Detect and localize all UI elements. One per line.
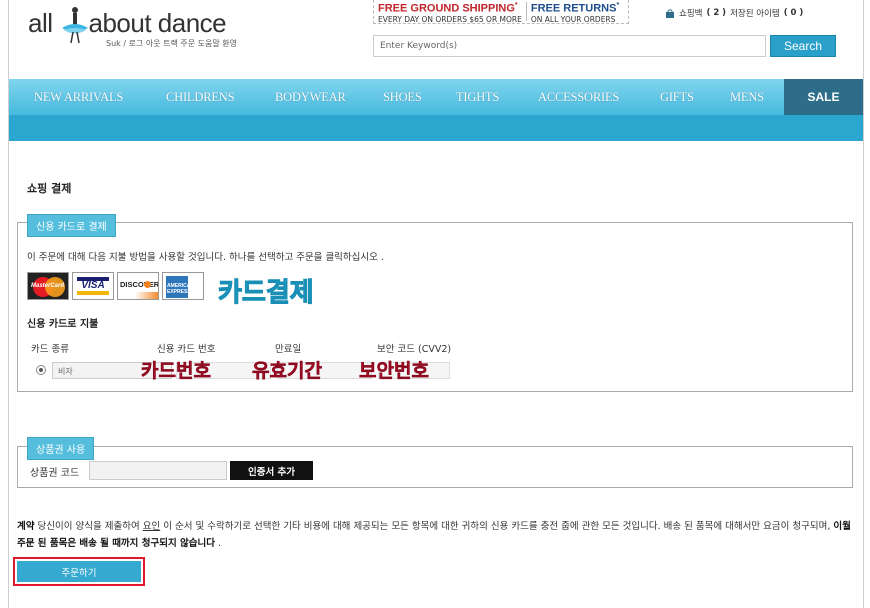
gift-code-input[interactable] bbox=[89, 461, 227, 480]
terms-text: 계약 당신이이 양식을 제출하여 요인 이 순서 및 수락하기로 선택한 기타 … bbox=[17, 518, 857, 552]
returns-promo-sub: ON ALL YOUR ORDERS bbox=[530, 14, 616, 24]
nav-new-arrivals[interactable]: NEW ARRIVALS bbox=[34, 90, 123, 105]
terms-text-end: . bbox=[214, 538, 221, 549]
discover-icon: DISCOVER bbox=[117, 272, 159, 300]
card-radio[interactable] bbox=[36, 365, 46, 375]
terms-bold-start: 계약 bbox=[17, 521, 35, 532]
nav-accessories[interactable]: ACCESSORIES bbox=[538, 90, 619, 105]
logo-wordmark: all about dance bbox=[28, 8, 227, 38]
card-payment-annotation: 카드결제 bbox=[218, 278, 315, 309]
shipping-asterisk: * bbox=[514, 2, 518, 9]
visa-icon: VISA bbox=[72, 272, 114, 300]
saved-items-label[interactable]: 저장된 아이템 bbox=[730, 7, 780, 19]
nav-gifts[interactable]: GIFTS bbox=[660, 90, 694, 105]
col-cvv: 보안 코드 (CVV2) bbox=[377, 344, 452, 355]
expiry-annotation: 유효기간 bbox=[252, 360, 322, 383]
order-button-highlight: 주문하기 bbox=[13, 557, 145, 586]
cvv-annotation: 보안번호 bbox=[359, 360, 429, 383]
terms-link[interactable]: 요인 bbox=[143, 521, 160, 532]
shipping-promo-sub: EVERY DAY ON ORDERS $65 OR MORE bbox=[378, 14, 522, 24]
payment-description: 이 주문에 대해 다음 지불 방법을 사용할 것입니다. 하나를 선택하고 주문… bbox=[27, 252, 384, 263]
nav-tights[interactable]: TIGHTS bbox=[456, 90, 499, 105]
search-input[interactable]: Enter Keyword(s) bbox=[373, 35, 766, 57]
credit-card-legend: 신용 카드로 결제 bbox=[27, 214, 116, 237]
mastercard-icon: MasterCard bbox=[27, 272, 69, 300]
col-card-number: 신용 카드 번호 bbox=[157, 344, 216, 355]
place-order-button[interactable]: 주문하기 bbox=[17, 561, 141, 582]
add-certificate-button[interactable]: 인증서 추가 bbox=[230, 461, 313, 480]
cart-label[interactable]: 쇼핑백 bbox=[679, 7, 702, 19]
col-expiry: 만료일 bbox=[275, 344, 302, 355]
saved-items-count: ( 0 ) bbox=[783, 8, 804, 18]
amex-icon: AMERICAN EXPRESS bbox=[162, 272, 204, 300]
col-card-type: 카드 종류 bbox=[31, 344, 69, 355]
page-title: 쇼핑 결제 bbox=[27, 182, 72, 195]
cart-count: ( 2 ) bbox=[706, 8, 727, 18]
nav-childrens[interactable]: CHILDRENS bbox=[166, 90, 235, 105]
nav-bodywear[interactable]: BODYWEAR bbox=[275, 90, 346, 105]
pay-by-card-heading: 신용 카드로 지불 bbox=[27, 319, 99, 330]
account-links[interactable]: Suk / 로그 아웃 트랙 주문 도움말 환영 bbox=[106, 38, 237, 49]
terms-text-b: 이 순서 및 수락하기로 선택한 기타 비용에 대해 제공되는 모든 항목에 대… bbox=[160, 521, 834, 532]
shopping-bag-icon bbox=[666, 8, 674, 18]
main-nav: NEW ARRIVALS CHILDRENS BODYWEAR SHOES TI… bbox=[9, 79, 863, 115]
returns-asterisk: * bbox=[616, 2, 620, 9]
nav-mens[interactable]: MENS bbox=[730, 90, 764, 105]
accepted-cards: MasterCard VISA DISCOVER AMERICAN EXPRES… bbox=[27, 272, 204, 300]
card-number-annotation: 카드번호 bbox=[141, 360, 211, 383]
terms-text-a: 당신이이 양식을 제출하여 bbox=[34, 521, 143, 532]
shipping-promo-title: FREE GROUND SHIPPING bbox=[378, 2, 515, 15]
search-button[interactable]: Search bbox=[770, 35, 836, 57]
gift-code-label: 상품권 코드 bbox=[30, 468, 80, 479]
nav-shoes[interactable]: SHOES bbox=[383, 90, 422, 105]
gift-card-legend: 상품권 사용 bbox=[27, 437, 95, 460]
dancer-logo-icon bbox=[62, 7, 88, 44]
returns-promo-title: FREE RETURNS bbox=[530, 2, 617, 15]
cart-summary[interactable]: 쇼핑백 ( 2 ) 저장된 아이템 ( 0 ) bbox=[665, 7, 803, 19]
nav-sale[interactable]: SALE bbox=[784, 79, 863, 115]
promo-banner[interactable]: FREE GROUND SHIPPING* EVERY DAY ON ORDER… bbox=[373, 0, 629, 24]
sub-nav-bar bbox=[9, 115, 863, 141]
site-logo[interactable]: all about dance Suk / 로그 아웃 트랙 주문 도움말 환영 bbox=[28, 6, 268, 50]
